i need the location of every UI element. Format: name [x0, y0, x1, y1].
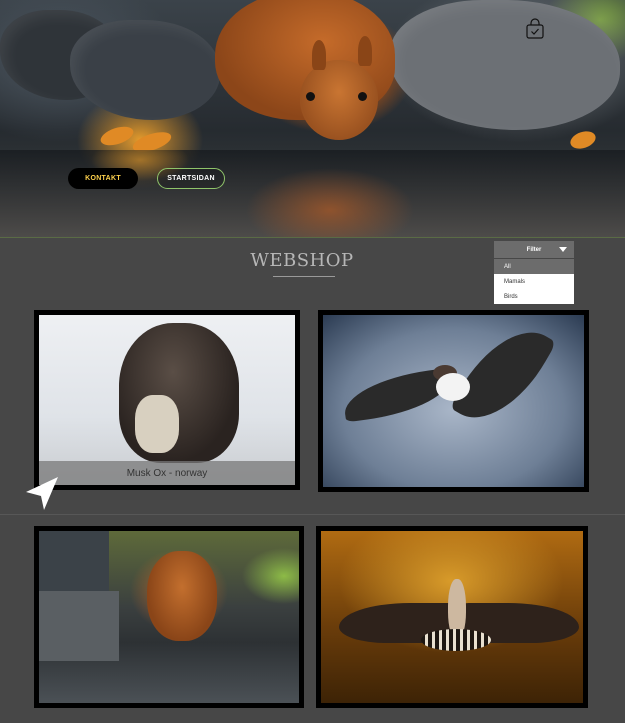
squirrel-figure [147, 551, 217, 641]
product-card-musk-ox[interactable]: Musk Ox - norway [34, 310, 300, 490]
dipper-right-wing [449, 315, 557, 438]
hero-rock [390, 0, 620, 130]
filter-option-birds[interactable]: Birds [494, 289, 574, 304]
webshop-title: WEBSHOP [250, 250, 354, 271]
hero-squirrel-ear [358, 36, 372, 66]
filter-label: Filter [526, 246, 542, 253]
caret-down-icon [559, 247, 567, 252]
product-caption: Musk Ox - norway [39, 461, 295, 485]
hero-leaf [98, 123, 136, 149]
squirrel-leaf [39, 661, 65, 673]
filter-options: All Mamals Birds [494, 259, 574, 304]
filter-dropdown[interactable]: Filter All Mamals Birds [494, 241, 574, 304]
loon-photo [321, 531, 583, 703]
hero-squirrel-ear [312, 40, 326, 70]
filter-option-all[interactable]: All [494, 259, 574, 274]
squirrel-rock [39, 591, 119, 661]
hero-water-reflection [0, 150, 625, 238]
filter-option-mamals[interactable]: Mamals [494, 274, 574, 289]
hero-divider [0, 237, 625, 238]
squirrel-photo [39, 531, 299, 703]
filter-toggle[interactable]: Filter [494, 241, 574, 258]
musk-ox-face [135, 395, 179, 453]
loon-body [421, 629, 491, 651]
kontakt-button[interactable]: KONTAKT [68, 168, 138, 189]
squirrel-rock [39, 531, 109, 591]
dipper-chest [436, 373, 470, 401]
product-card-squirrel[interactable] [34, 526, 304, 708]
section-divider [0, 514, 625, 515]
product-card-dipper[interactable] [318, 310, 589, 492]
hero-squirrel-eye [306, 92, 315, 101]
hero-rock [70, 20, 220, 120]
hero-squirrel-eye [358, 92, 367, 101]
product-card-loon[interactable] [316, 526, 588, 708]
shopping-bag-check-icon[interactable] [524, 18, 546, 40]
dipper-photo [323, 315, 584, 487]
hero-leaf [568, 128, 598, 152]
startsidan-button[interactable]: STARTSIDAN [157, 168, 225, 189]
hero-banner: KONTAKT STARTSIDAN [0, 0, 625, 238]
hero-squirrel-head [300, 60, 378, 140]
title-underline [273, 276, 335, 277]
navigation-arrow-icon [24, 476, 62, 512]
musk-ox-photo: Musk Ox - norway [39, 315, 295, 485]
